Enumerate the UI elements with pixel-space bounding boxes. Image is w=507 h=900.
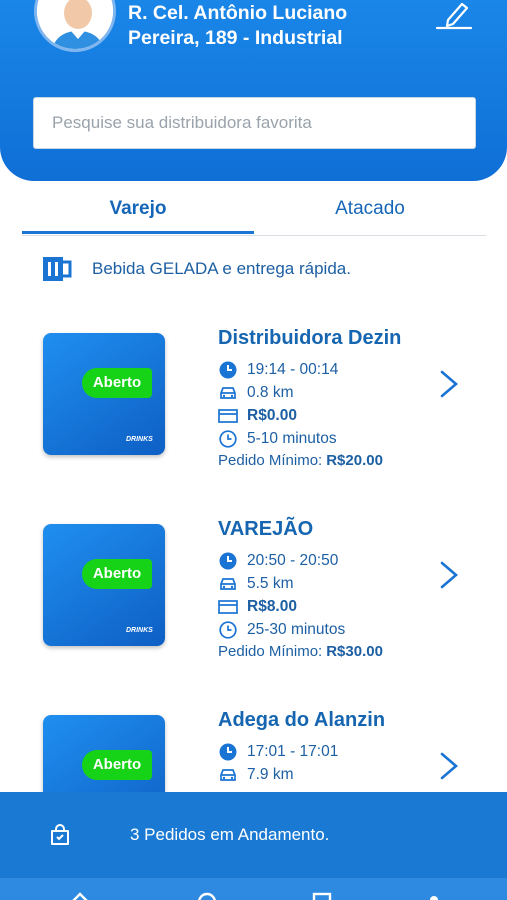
min-order-label: Pedido Mínimo: [218,452,323,469]
distance-text: 5.5 km [247,575,294,592]
store-card[interactable]: Aberto DRINKS Distribuidora Dezin 19:14 … [0,327,507,493]
min-order-label: Pedido Mínimo: [218,643,323,660]
clock-filled-icon [218,551,238,571]
beer-mug-icon [43,257,72,281]
store-logo: Aberto DRINKS [43,524,165,646]
store-distance: 0.8 km [218,383,294,403]
brand-logo-text: DRINKS [126,436,153,443]
pencil-icon [435,2,473,30]
fee-text: R$8.00 [247,598,297,615]
status-badge: Aberto [82,559,152,589]
store-hours: 20:50 - 20:50 [218,551,338,571]
time-text: 5-10 minutos [247,430,337,447]
chevron-right-icon[interactable] [436,560,462,590]
min-order-value: R$30.00 [326,643,383,660]
clock-outline-icon [218,429,238,449]
clock-outline-icon [218,620,238,640]
orders-in-progress-bar[interactable]: 3 Pedidos em Andamento. [0,792,507,878]
distance-text: 0.8 km [247,384,294,401]
car-icon [218,383,238,403]
car-icon [218,765,238,785]
tab-atacado[interactable]: Atacado [254,190,486,234]
store-card[interactable]: Aberto DRINKS VAREJÃO 20:50 - 20:50 5.5 … [0,518,507,684]
min-order-value: R$20.00 [326,452,383,469]
chevron-right-icon[interactable] [436,369,462,399]
chevron-right-icon[interactable] [436,751,462,781]
store-hours: 17:01 - 17:01 [218,742,338,762]
store-hours: 19:14 - 00:14 [218,360,338,380]
store-name: Distribuidora Dezin [218,327,402,349]
minimum-order: Pedido Mínimo: R$20.00 [218,452,383,469]
promo-text: Bebida GELADA e entrega rápida. [92,259,351,278]
delivery-fee: R$0.00 [218,406,297,426]
brand-logo-text: DRINKS [126,627,153,634]
bottom-navigation [0,878,507,900]
avatar[interactable] [34,0,116,52]
tab-varejo[interactable]: Varejo [22,190,254,234]
delivery-fee: R$8.00 [218,597,297,617]
distance-text: 7.9 km [247,766,294,783]
hours-text: 17:01 - 17:01 [247,743,339,760]
store-distance: 5.5 km [218,574,294,594]
edit-address-button[interactable] [434,0,474,32]
user-avatar-icon [37,0,113,49]
hours-text: 20:50 - 20:50 [247,552,339,569]
status-badge: Aberto [82,368,152,398]
orders-icon[interactable] [310,892,334,900]
address-line-2: Pereira, 189 - Industrial [128,27,343,49]
card-icon [218,406,238,426]
hours-text: 19:14 - 00:14 [247,361,339,378]
card-icon [218,597,238,617]
clock-filled-icon [218,742,238,762]
promo-banner: Bebida GELADA e entrega rápida. [42,256,351,282]
fee-text: R$0.00 [247,407,297,424]
category-tabs: Varejo Atacado [22,190,486,236]
store-distance: 7.9 km [218,765,294,785]
home-icon[interactable] [68,892,92,900]
delivery-time: 25-30 minutos [218,620,345,640]
minimum-order: Pedido Mínimo: R$30.00 [218,643,383,660]
header: R. Cel. Antônio Luciano Pereira, 189 - I… [0,0,507,181]
status-badge: Aberto [82,750,152,780]
shopping-bag-icon [51,824,69,845]
store-logo: Aberto DRINKS [43,333,165,455]
search-input[interactable] [33,97,476,149]
search-icon[interactable] [195,892,219,900]
delivery-time: 5-10 minutos [218,429,337,449]
time-text: 25-30 minutos [247,621,346,638]
store-name: Adega do Alanzin [218,709,386,731]
car-icon [218,574,238,594]
store-name: VAREJÃO [218,518,314,540]
delivery-address[interactable]: R. Cel. Antônio Luciano Pereira, 189 - I… [128,1,347,51]
orders-text: 3 Pedidos em Andamento. [130,825,330,844]
address-line-1: R. Cel. Antônio Luciano [128,2,348,24]
profile-icon[interactable] [422,892,446,900]
clock-filled-icon [218,360,238,380]
